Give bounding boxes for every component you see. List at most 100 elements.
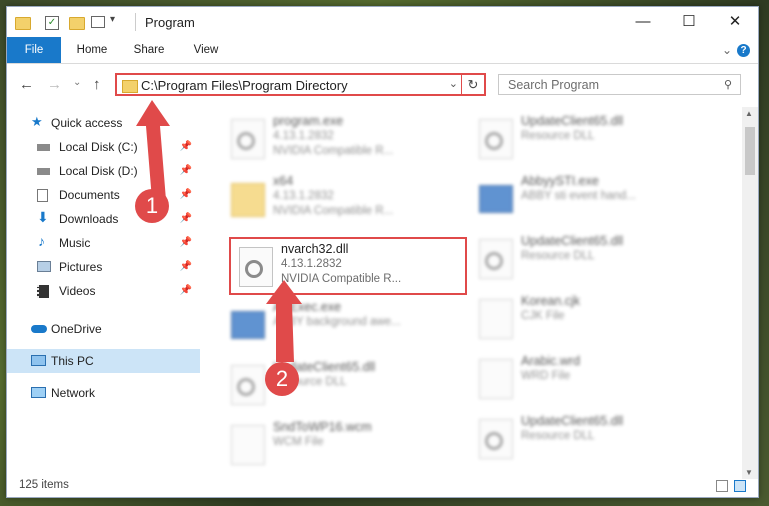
drive-icon xyxy=(37,144,50,151)
file-description: ABBY sti event hand... xyxy=(521,190,636,202)
sidebar-item-label: OneDrive xyxy=(51,322,102,336)
folder-icon xyxy=(122,80,138,93)
new-folder-icon[interactable] xyxy=(69,17,85,30)
step-2-badge: 2 xyxy=(265,362,299,396)
file-item[interactable]: UpdateClient65.dll Resource DLL xyxy=(223,357,453,413)
tab-file[interactable]: File xyxy=(7,37,61,63)
sidebar-item-label: Downloads xyxy=(59,212,119,226)
minimize-button[interactable]: — xyxy=(620,7,666,37)
ribbon-expand-icon[interactable]: ⌄ xyxy=(720,37,734,63)
pin-icon[interactable]: 📌 xyxy=(180,207,192,231)
cloud-icon xyxy=(31,325,47,333)
file-name: x64 xyxy=(273,174,294,188)
sidebar-item-videos[interactable]: Videos 📌 xyxy=(7,279,200,303)
sidebar-item-label: Documents xyxy=(59,188,120,202)
computer-icon xyxy=(31,355,46,366)
up-button[interactable]: ↑ xyxy=(93,76,101,93)
search-placeholder: Search Program xyxy=(508,78,600,92)
step-1-badge: 1 xyxy=(135,189,169,223)
file-item[interactable]: ABExec.exe ABBY background awe... xyxy=(223,297,453,353)
dll-file-icon xyxy=(479,119,513,159)
pictures-icon xyxy=(37,261,51,272)
file-item[interactable]: Arabic.wrd WRD File xyxy=(471,351,701,407)
executable-icon xyxy=(479,185,513,213)
music-icon: ♪ xyxy=(38,233,45,249)
title-bar: ✓ ▾ Program — ☐ ✕ xyxy=(7,7,758,37)
close-button[interactable]: ✕ xyxy=(712,7,758,37)
sidebar-item-network[interactable]: Network xyxy=(7,381,200,405)
file-icon xyxy=(231,425,265,465)
address-dropdown-icon[interactable]: ⌄ xyxy=(449,77,458,90)
address-bar[interactable]: C:\Program Files\Program Directory ⌄ ↻ xyxy=(115,73,486,96)
forward-button[interactable]: → xyxy=(47,76,62,93)
sidebar-item-label: Local Disk (D:) xyxy=(59,164,138,178)
file-item[interactable]: AbbyySTI.exe ABBY sti event hand... xyxy=(471,171,701,227)
pin-icon[interactable]: 📌 xyxy=(180,279,192,303)
properties-icon[interactable]: ✓ xyxy=(45,16,59,30)
help-icon[interactable]: ? xyxy=(737,44,750,57)
large-icons-view-icon[interactable] xyxy=(734,480,746,492)
quick-access-toolbar-icon[interactable] xyxy=(91,16,105,28)
pin-icon[interactable]: 📌 xyxy=(180,231,192,255)
file-item[interactable]: x64 4.13.1.2832 NVIDIA Compatible R... xyxy=(223,171,453,227)
title-separator xyxy=(135,13,136,31)
sidebar-item-music[interactable]: ♪ Music 📌 xyxy=(7,231,200,255)
tab-home[interactable]: Home xyxy=(65,37,119,63)
vertical-scrollbar[interactable]: ▲ ▼ xyxy=(742,107,758,479)
back-button[interactable]: ← xyxy=(19,76,34,93)
file-item[interactable]: SndToWP16.wcm WCM File xyxy=(223,417,453,472)
file-item[interactable]: Korean.cjk CJK File xyxy=(471,291,701,347)
chevron-down-icon[interactable]: ▾ xyxy=(110,14,126,30)
status-bar: 125 items xyxy=(7,475,758,497)
file-description: Resource DLL xyxy=(521,250,595,262)
file-description: WRD File xyxy=(521,370,571,382)
file-item[interactable]: UpdateClient65.dll Resource DLL xyxy=(471,231,701,287)
refresh-button[interactable]: ↻ xyxy=(461,75,484,94)
folder-icon xyxy=(15,17,31,30)
file-description: NVIDIA Compatible R... xyxy=(273,145,394,157)
file-name: program.exe xyxy=(273,114,344,128)
file-version: 4.13.1.2832 xyxy=(273,190,334,202)
explorer-window: ✓ ▾ Program — ☐ ✕ File Home Share View ⌄… xyxy=(6,6,759,498)
window-title: Program xyxy=(145,15,195,30)
sidebar-item-label: Local Disk (C:) xyxy=(59,140,138,154)
file-name: UpdateClient65.dll xyxy=(521,414,624,428)
file-description: WCM File xyxy=(273,436,324,448)
address-path[interactable]: C:\Program Files\Program Directory xyxy=(141,78,348,93)
file-name: UpdateClient65.dll xyxy=(521,234,624,248)
scrollbar-thumb[interactable] xyxy=(745,127,755,175)
sidebar-item-label: This PC xyxy=(51,354,94,368)
details-view-icon[interactable] xyxy=(716,480,728,492)
file-item[interactable]: UpdateClient65.dll Resource DLL xyxy=(471,111,701,167)
dll-file-icon xyxy=(479,239,513,279)
sidebar-item-label: Pictures xyxy=(59,260,103,274)
file-version: 4.13.1.2832 xyxy=(273,130,334,142)
file-icon xyxy=(479,359,513,399)
file-name: Arabic.wrd xyxy=(521,354,581,368)
sidebar-item-downloads[interactable]: ⬇ Downloads 📌 xyxy=(7,207,200,231)
file-name: UpdateClient65.dll xyxy=(521,114,624,128)
sidebar-item-pictures[interactable]: Pictures 📌 xyxy=(7,255,200,279)
scroll-up-icon[interactable]: ▲ xyxy=(745,109,753,118)
executable-icon xyxy=(231,119,265,159)
search-icon[interactable]: ⚲ xyxy=(724,78,732,91)
pin-icon[interactable]: 📌 xyxy=(180,255,192,279)
file-description: Resource DLL xyxy=(521,430,595,442)
sidebar-item-label: Videos xyxy=(59,284,96,298)
tab-view[interactable]: View xyxy=(179,37,233,63)
file-name: AbbyySTI.exe xyxy=(521,174,599,188)
sidebar-item-this-pc[interactable]: This PC xyxy=(7,349,200,373)
dll-file-icon xyxy=(479,419,513,459)
tab-share[interactable]: Share xyxy=(122,37,176,63)
file-icon xyxy=(479,299,513,339)
recent-locations-button[interactable]: ⌄ xyxy=(73,77,81,88)
executable-icon xyxy=(231,311,265,339)
file-item[interactable]: program.exe 4.13.1.2832 NVIDIA Compatibl… xyxy=(223,111,453,167)
maximize-button[interactable]: ☐ xyxy=(666,7,712,37)
sidebar-item-onedrive[interactable]: OneDrive xyxy=(7,317,200,341)
file-name: Korean.cjk xyxy=(521,294,581,308)
file-item[interactable]: UpdateClient65.dll Resource DLL xyxy=(471,411,701,467)
videos-icon xyxy=(37,285,49,298)
search-input[interactable]: Search Program ⚲ xyxy=(498,74,741,95)
arrow-2-icon xyxy=(266,280,302,362)
